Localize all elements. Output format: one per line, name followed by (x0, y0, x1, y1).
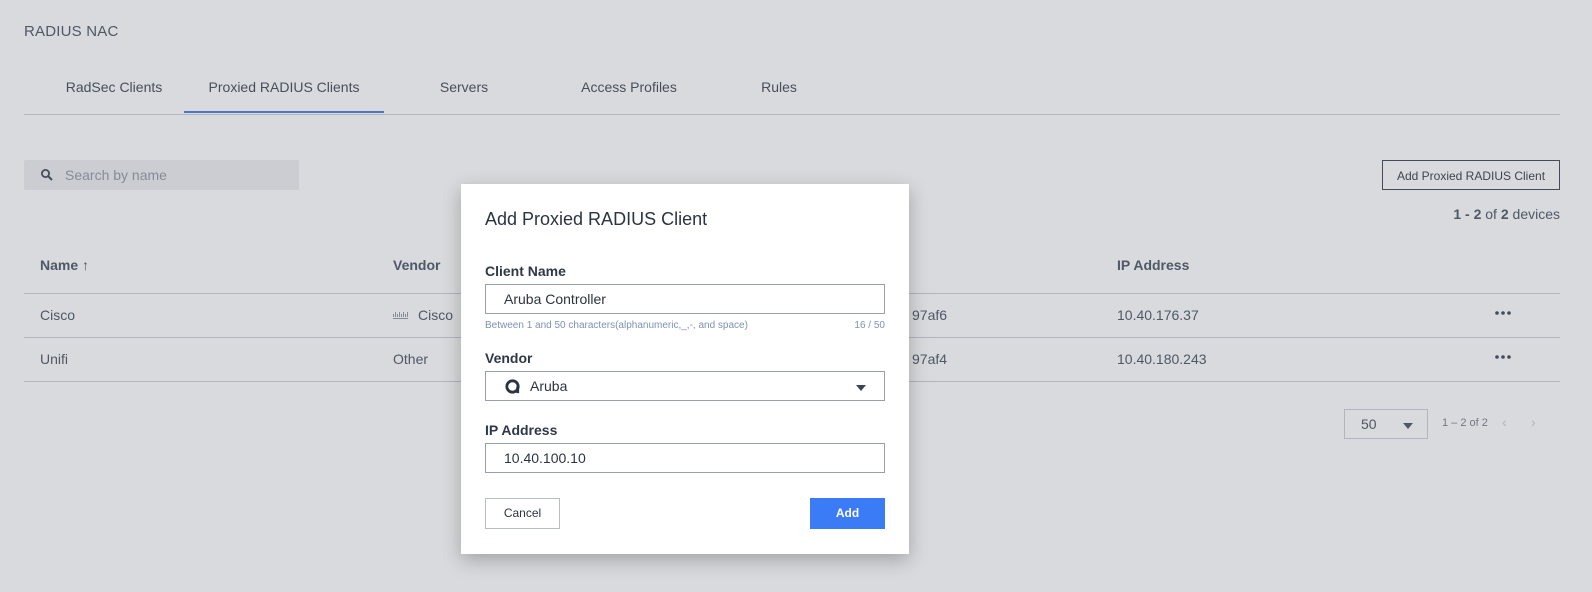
vendor-value: Aruba (530, 378, 568, 394)
add-button[interactable]: Add (810, 498, 885, 529)
client-name-input[interactable]: Aruba Controller (485, 284, 885, 314)
ip-address-label: IP Address (485, 422, 558, 438)
add-proxied-radius-client-dialog: Add Proxied RADIUS Client Client Name Ar… (461, 184, 909, 554)
client-name-counter: 16 / 50 (854, 320, 885, 331)
dialog-title: Add Proxied RADIUS Client (485, 209, 708, 229)
client-name-value: Aruba Controller (504, 291, 606, 307)
cancel-button[interactable]: Cancel (485, 498, 560, 529)
vendor-label: Vendor (485, 350, 533, 366)
aruba-logo-icon (505, 379, 520, 394)
ip-address-input[interactable]: 10.40.100.10 (485, 443, 885, 473)
client-name-label: Client Name (485, 263, 566, 279)
ip-address-value: 10.40.100.10 (504, 450, 586, 466)
client-name-hint: Between 1 and 50 characters(alphanumeric… (485, 320, 748, 331)
vendor-dropdown[interactable]: Aruba (485, 371, 885, 401)
chevron-down-icon (856, 385, 866, 391)
